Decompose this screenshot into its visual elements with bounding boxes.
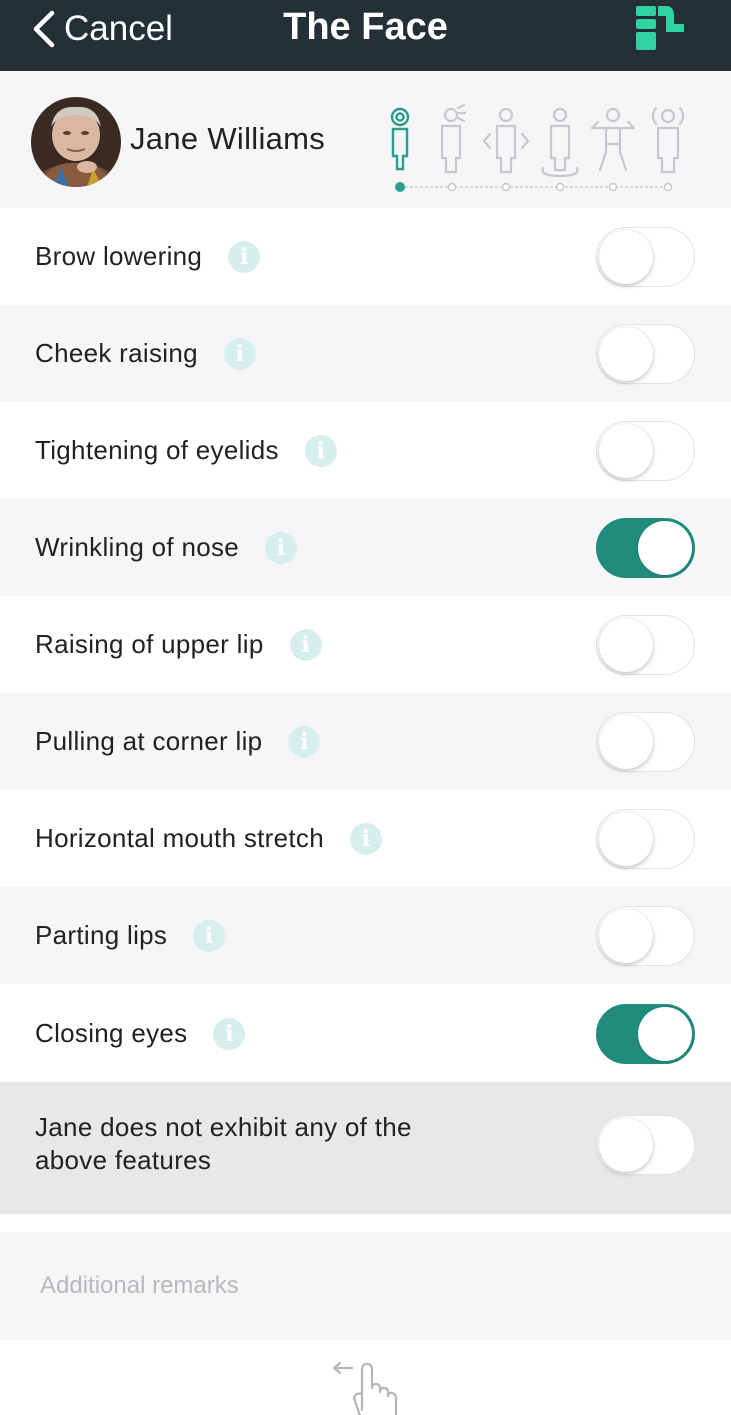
feature-row: Horizontal mouth stretch i xyxy=(0,790,731,887)
face-assessment-screen: Cancel The Face Jane Williams Brow lower… xyxy=(0,0,731,1415)
page-title: The Face xyxy=(283,6,448,48)
feature-label: Closing eyes xyxy=(35,1018,188,1048)
info-icon[interactable]: i xyxy=(289,628,322,661)
avatar xyxy=(31,97,121,187)
feature-toggle[interactable] xyxy=(596,227,695,287)
feature-label: Cheek raising xyxy=(35,338,198,368)
step-dot xyxy=(608,182,618,192)
feature-row: Tightening of eyelids i xyxy=(0,402,731,499)
none-of-above-toggle[interactable] xyxy=(596,1115,695,1175)
feature-row: Closing eyes i xyxy=(0,985,731,1082)
feature-row: Wrinkling of nose i xyxy=(0,499,731,596)
step-dot xyxy=(501,182,511,192)
bottom-area xyxy=(0,1340,731,1415)
remarks-section xyxy=(0,1232,731,1340)
feature-toggle[interactable] xyxy=(596,324,695,384)
feature-label: Raising of upper lip xyxy=(35,629,264,659)
swipe-left-hand-icon xyxy=(332,1361,398,1415)
feature-toggle[interactable] xyxy=(596,809,695,869)
spacer xyxy=(0,1214,731,1232)
feature-label: Wrinkling of nose xyxy=(35,532,240,562)
feature-toggle[interactable] xyxy=(596,906,695,966)
info-icon[interactable]: i xyxy=(350,822,382,855)
posture-step-icon[interactable] xyxy=(541,107,579,178)
feature-row: Cheek raising i xyxy=(0,305,731,402)
feature-label: Brow lowering xyxy=(35,241,203,271)
face-step-icon[interactable] xyxy=(390,107,410,171)
info-icon[interactable]: i xyxy=(228,240,261,273)
none-of-above-label: Jane does not exhibit any of the above f… xyxy=(35,1112,412,1175)
nav-bar: Cancel The Face xyxy=(0,0,731,71)
info-icon[interactable]: i xyxy=(193,919,226,952)
feature-row: Pulling at corner lip i xyxy=(0,693,731,790)
body-step-icon[interactable] xyxy=(590,107,636,172)
step-dot xyxy=(663,182,673,192)
step-dot-active xyxy=(395,182,405,192)
none-of-above-row: Jane does not exhibit any of the above f… xyxy=(0,1082,731,1214)
feature-toggle[interactable] xyxy=(596,421,695,481)
remarks-input[interactable] xyxy=(40,1232,690,1340)
feature-toggle[interactable] xyxy=(596,1004,695,1064)
feature-row: Parting lips i xyxy=(0,887,731,984)
feature-label: Pulling at corner lip xyxy=(35,726,263,756)
voice-step-icon[interactable] xyxy=(440,104,467,174)
info-icon[interactable]: i xyxy=(288,725,321,758)
feature-row: Brow lowering i xyxy=(0,208,731,305)
app-logo-icon xyxy=(636,6,684,50)
info-icon[interactable]: i xyxy=(213,1017,246,1050)
step-dot xyxy=(447,182,457,192)
patient-name: Jane Williams xyxy=(130,121,326,156)
body-area-stepper xyxy=(390,104,685,192)
feature-label: Tightening of eyelids xyxy=(35,435,279,465)
activity-step-icon[interactable] xyxy=(651,106,685,174)
feature-label: Parting lips xyxy=(35,920,168,950)
feature-label: Horizontal mouth stretch xyxy=(35,823,324,853)
feature-toggle[interactable] xyxy=(596,518,695,578)
feature-toggle[interactable] xyxy=(596,615,695,675)
step-dot xyxy=(555,182,565,192)
feature-toggle[interactable] xyxy=(596,712,695,772)
info-icon[interactable]: i xyxy=(265,531,298,564)
feature-row: Raising of upper lip i xyxy=(0,596,731,693)
info-icon[interactable]: i xyxy=(304,434,337,467)
movement-step-icon[interactable] xyxy=(482,107,530,174)
patient-header: Jane Williams xyxy=(0,71,731,208)
info-icon[interactable]: i xyxy=(223,337,256,370)
